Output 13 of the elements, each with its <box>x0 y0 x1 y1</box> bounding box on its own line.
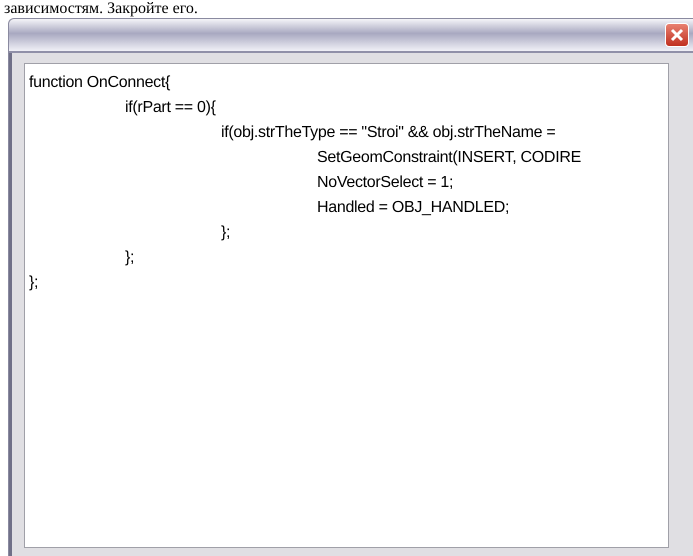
code-line: Handled = OBJ_HANDLED; <box>317 198 510 218</box>
close-button[interactable] <box>665 23 689 47</box>
code-line: }; <box>125 248 136 268</box>
code-line: NoVectorSelect = 1; <box>317 173 454 193</box>
code-line: function OnConnect{ <box>29 73 172 93</box>
code-editor[interactable]: function OnConnect{ if(rPart == 0){ if(obj.strTheType == "Stroi" && obj.strTheName = SetGeomConstraint(INSERT, CODIRE NoVectorSelect = 1; Handled = OBJ_HANDLED; }; }; }; <box>24 63 669 548</box>
code-line: SetGeomConstraint(INSERT, CODIRE <box>317 148 582 168</box>
code-line: if(obj.strTheType == "Stroi" && obj.strTheName = <box>221 123 556 143</box>
page-text: зависимостям. Закройте его. <box>3 0 199 18</box>
code-line: if(rPart == 0){ <box>125 98 217 118</box>
close-icon <box>670 28 684 42</box>
code-line: }; <box>221 223 232 243</box>
code-line: }; <box>29 273 40 293</box>
